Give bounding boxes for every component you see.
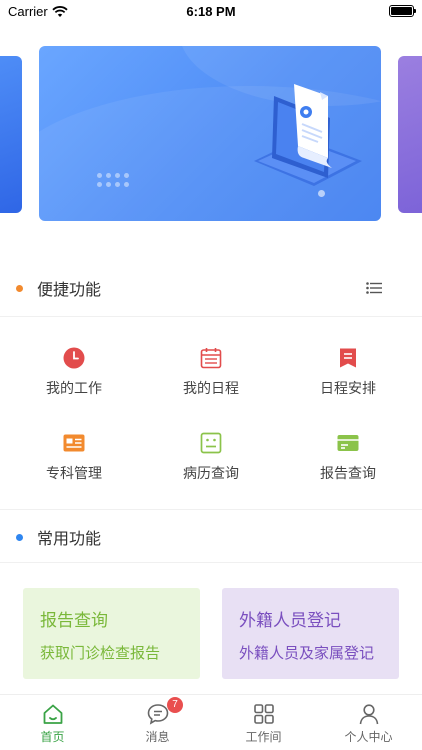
quick-item-report-query[interactable]: 报告查询 [288,432,408,492]
quick-functions-title: 便捷功能 [37,280,102,299]
tab-label: 首页 [40,730,65,744]
grid-icon [254,704,274,724]
tab-label: 消息 [145,730,170,744]
record-icon [200,432,222,454]
section-dot-orange [16,284,23,292]
report-query-card[interactable]: 报告查询 获取门诊检查报告 [23,588,200,679]
tab-label: 个人中心 [344,730,393,744]
status-bar: Carrier 6:18 PM [0,0,422,22]
laptop-document-illustration [254,84,362,186]
banner-slide-previous[interactable] [0,56,22,213]
unread-badge: 7 [167,697,183,713]
quick-item-label: 我的工作 [46,381,102,397]
tab-messages[interactable]: 7 消息 [105,695,210,750]
quick-item-my-work[interactable]: 我的工作 [14,347,134,407]
carousel-page-indicator [318,190,325,197]
quick-item-my-schedule[interactable]: 我的日程 [151,347,271,407]
quick-functions-header: 便捷功能 [0,273,422,303]
divider [0,562,422,563]
banner-slide-current[interactable] [39,46,381,221]
user-icon [359,704,379,725]
banner-slide-next[interactable] [398,56,422,213]
id-card-icon [63,434,85,452]
tab-workspace[interactable]: 工作间 [211,695,316,750]
quick-item-label: 日程安排 [320,381,376,397]
divider [0,316,422,317]
quick-item-record-query[interactable]: 病历查询 [151,432,271,492]
card-title: 报告查询 [40,611,108,631]
quick-item-label: 我的日程 [183,381,239,397]
quick-item-schedule-arrangement[interactable]: 日程安排 [288,347,408,407]
divider [0,509,422,510]
calendar-icon [200,348,222,369]
card-subtitle: 外籍人员及家属登记 [239,644,375,662]
bookmark-list-icon [340,348,356,368]
tab-label: 工作间 [245,730,282,744]
quick-item-label: 专科管理 [46,466,102,482]
banner-dots-decoration [97,173,129,187]
tab-bar: 首页 7 消息 工作间 个人中心 [0,694,422,750]
message-icon [147,704,169,725]
quick-item-label: 报告查询 [320,466,376,482]
home-icon [43,704,63,724]
card-subtitle: 获取门诊检查报告 [40,644,161,662]
quick-item-specialty-management[interactable]: 专科管理 [14,432,134,492]
common-functions-header: 常用功能 [0,522,422,552]
foreigner-registration-card[interactable]: 外籍人员登记 外籍人员及家属登记 [222,588,399,679]
list-icon[interactable] [366,282,382,294]
card-title: 外籍人员登记 [239,611,341,631]
clock-icon [63,347,85,369]
section-dot-blue [16,533,23,541]
tab-home[interactable]: 首页 [0,695,105,750]
quick-item-label: 病历查询 [183,466,239,482]
status-time: 6:18 PM [186,4,236,19]
report-card-icon [337,435,359,451]
common-functions-title: 常用功能 [37,529,102,548]
battery-icon [389,5,416,17]
tab-profile[interactable]: 个人中心 [316,695,421,750]
banner-carousel[interactable] [0,46,422,222]
